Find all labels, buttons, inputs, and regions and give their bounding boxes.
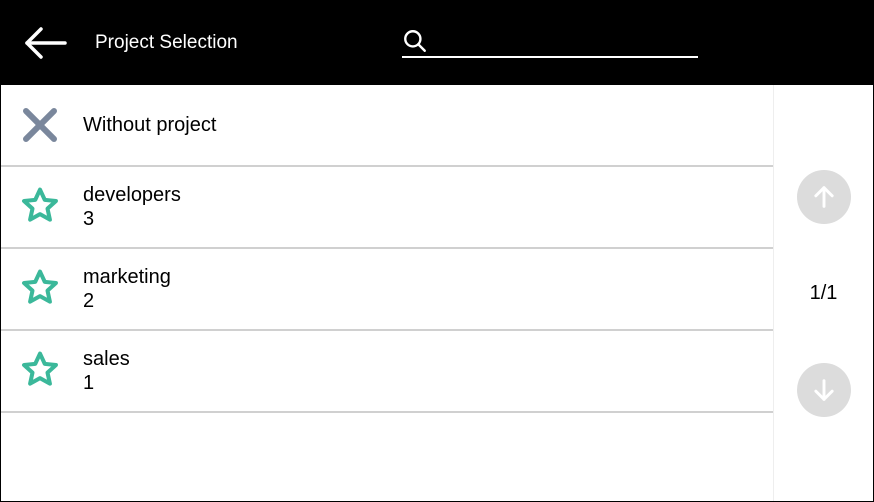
arrow-left-icon bbox=[23, 26, 67, 60]
star-icon bbox=[17, 348, 63, 394]
list-item-count: 1 bbox=[83, 371, 130, 395]
search-input[interactable] bbox=[436, 31, 698, 52]
list-item-developers[interactable]: developers 3 bbox=[1, 167, 773, 249]
list-item-without-project[interactable]: Without project bbox=[1, 85, 773, 167]
list-item-text: marketing 2 bbox=[83, 265, 171, 313]
pager: 1/1 bbox=[773, 85, 873, 501]
list-item-text: developers 3 bbox=[83, 183, 181, 231]
list-item-text: sales 1 bbox=[83, 347, 130, 395]
page-down-button[interactable] bbox=[797, 363, 851, 417]
list-item-label: sales bbox=[83, 347, 130, 371]
arrow-down-icon bbox=[810, 376, 838, 404]
search-icon bbox=[402, 28, 428, 54]
back-button[interactable] bbox=[21, 19, 69, 67]
list-item-label: marketing bbox=[83, 265, 171, 289]
page-up-button[interactable] bbox=[797, 170, 851, 224]
pager-text: 1/1 bbox=[810, 282, 838, 305]
x-icon bbox=[17, 102, 63, 148]
list-item-count: 2 bbox=[83, 289, 171, 313]
star-icon bbox=[17, 184, 63, 230]
project-list: Without project developers 3 marketing bbox=[1, 85, 773, 501]
list-item-label: developers bbox=[83, 183, 181, 207]
body: Without project developers 3 marketing bbox=[1, 85, 873, 501]
list-item-count: 3 bbox=[83, 207, 181, 231]
list-item-text: Without project bbox=[83, 113, 216, 137]
star-icon bbox=[17, 266, 63, 312]
list-item-sales[interactable]: sales 1 bbox=[1, 331, 773, 413]
list-item-marketing[interactable]: marketing 2 bbox=[1, 249, 773, 331]
search-field[interactable] bbox=[402, 28, 698, 58]
list-item-label: Without project bbox=[83, 113, 216, 137]
arrow-up-icon bbox=[810, 183, 838, 211]
page-title: Project Selection bbox=[95, 32, 238, 54]
header: Project Selection bbox=[1, 1, 873, 85]
